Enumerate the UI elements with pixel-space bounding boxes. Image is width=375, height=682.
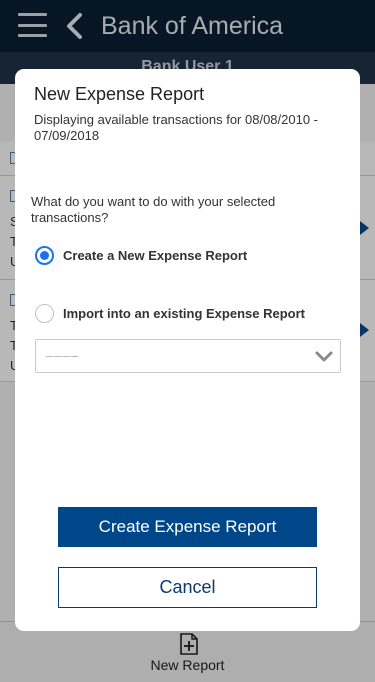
option-create-new[interactable]: Create a New Expense Report <box>35 244 247 266</box>
expense-report-select[interactable]: –––– <box>35 339 341 373</box>
option-import-existing[interactable]: Import into an existing Expense Report <box>35 302 305 324</box>
radio-import-existing[interactable] <box>35 303 54 323</box>
new-expense-report-dialog: New Expense Report Displaying available … <box>15 69 360 631</box>
radio-create-new[interactable] <box>35 245 54 265</box>
dialog-subtitle: Displaying available transactions for 08… <box>34 112 319 143</box>
select-value: –––– <box>46 348 79 363</box>
dialog-title: New Expense Report <box>34 84 205 104</box>
dialog-question: What do you want to do with your selecte… <box>31 194 276 225</box>
create-expense-report-button[interactable]: Create Expense Report <box>58 507 317 547</box>
option-label: Import into an existing Expense Report <box>63 305 305 321</box>
chevron-down-icon <box>315 351 333 362</box>
cancel-button[interactable]: Cancel <box>58 567 317 608</box>
option-label: Create a New Expense Report <box>63 247 248 263</box>
